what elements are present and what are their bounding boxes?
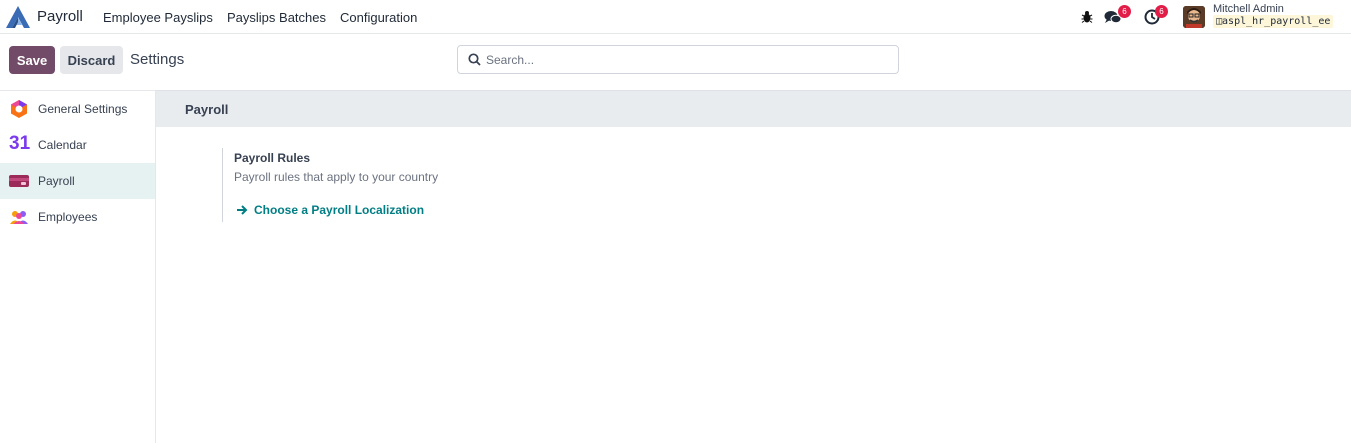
- messages-badge: 6: [1118, 5, 1131, 18]
- general-settings-icon: [11, 100, 27, 118]
- menu-configuration[interactable]: Configuration: [340, 10, 417, 25]
- top-navbar: Payroll Employee Payslips Payslips Batch…: [0, 0, 1351, 34]
- calendar-icon: 31: [9, 133, 31, 154]
- settings-sidebar: General Settings 31 Calendar Payroll Emp…: [0, 90, 156, 443]
- payroll-section-header: Payroll: [156, 90, 1351, 127]
- menu-payslips-batches[interactable]: Payslips Batches: [227, 10, 326, 25]
- sidebar-item-label: General Settings: [38, 102, 128, 116]
- sidebar-item-calendar[interactable]: 31 Calendar: [0, 127, 155, 163]
- app-name[interactable]: Payroll: [37, 8, 83, 25]
- setting-title: Payroll Rules: [234, 151, 311, 165]
- sidebar-item-employees[interactable]: Employees: [0, 199, 155, 235]
- sidebar-item-label: Calendar: [38, 138, 87, 152]
- database-label: aspl_hr_payroll_ee: [1222, 16, 1331, 27]
- payroll-icon: [9, 175, 29, 187]
- payroll-app-icon[interactable]: [5, 5, 31, 29]
- link-label: Choose a Payroll Localization: [254, 203, 425, 217]
- search-input[interactable]: [486, 51, 886, 69]
- section-title: Payroll: [185, 102, 229, 117]
- database-name: ◫aspl_hr_payroll_ee: [1213, 15, 1334, 28]
- menu-employee-payslips[interactable]: Employee Payslips: [103, 10, 213, 25]
- debug-bug-icon[interactable]: [1081, 10, 1093, 23]
- page-title: Settings: [130, 51, 185, 68]
- search-box[interactable]: [457, 45, 899, 74]
- sidebar-item-payroll[interactable]: Payroll: [0, 163, 155, 199]
- choose-localization-link[interactable]: Choose a Payroll Localization: [236, 203, 424, 217]
- payroll-rules-setting: Payroll Rules Payroll rules that apply t…: [222, 148, 622, 222]
- discard-button[interactable]: Discard: [60, 46, 123, 74]
- sidebar-item-label: Employees: [38, 210, 98, 224]
- sidebar-item-label: Payroll: [38, 174, 75, 188]
- sidebar-item-general-settings[interactable]: General Settings: [0, 91, 155, 127]
- arrow-right-icon: [237, 205, 248, 215]
- user-avatar[interactable]: [1183, 6, 1205, 28]
- user-name[interactable]: Mitchell Admin: [1213, 3, 1284, 15]
- setting-description: Payroll rules that apply to your country: [234, 170, 439, 184]
- activities-badge: 6: [1155, 5, 1168, 18]
- save-button[interactable]: Save: [9, 46, 55, 74]
- employees-icon: [10, 211, 28, 224]
- search-icon: [468, 53, 481, 66]
- calendar-glyph: 31: [9, 133, 31, 154]
